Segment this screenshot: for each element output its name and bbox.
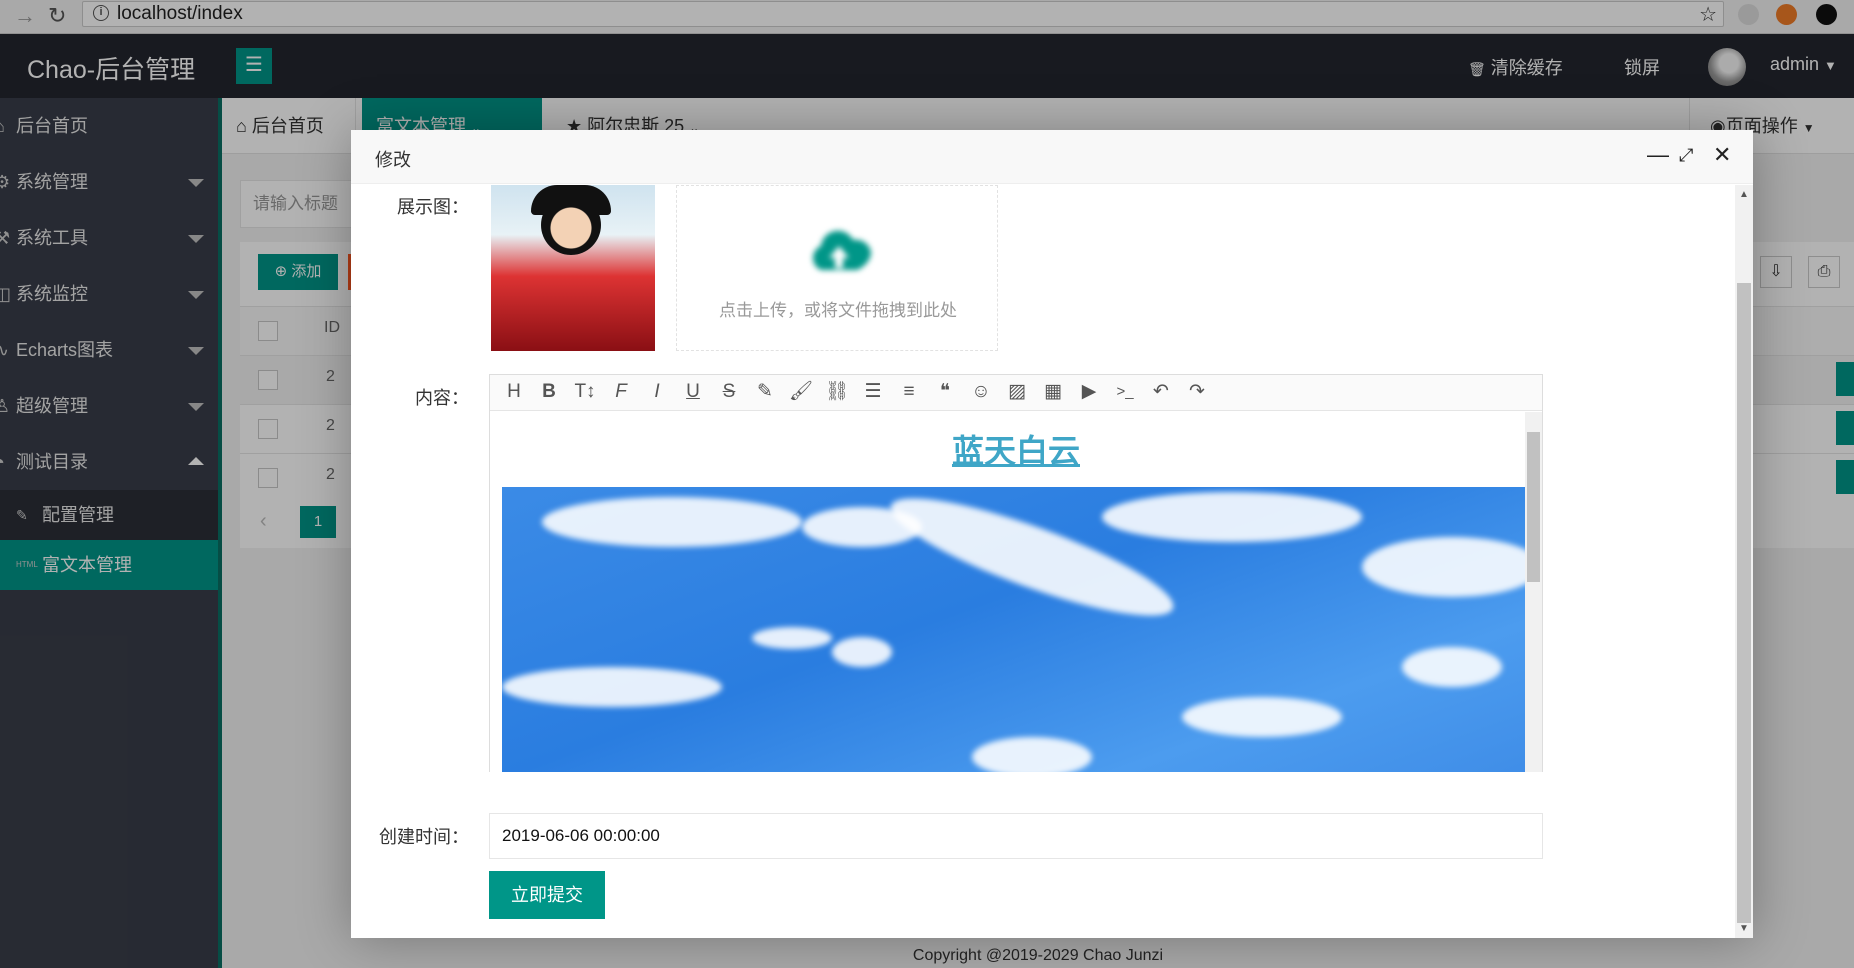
edit-dialog: 修改 — ⤢ ✕ 展示图： 点击上传，或将文件拖拽到此处 内容： H B T↕ …	[351, 130, 1753, 938]
font-family-icon[interactable]: F	[609, 380, 633, 404]
image-icon[interactable]: ▨	[1005, 380, 1029, 404]
upload-hint: 点击上传，或将文件拖拽到此处	[719, 301, 957, 320]
content-label: 内容：	[415, 388, 469, 408]
pencil-icon[interactable]: ✎	[753, 380, 777, 404]
rich-text-editor: H B T↕ F I U S ✎ 🖌 ⛓ ☰ ≡ ❝ ☺ ▨ ▦ ▶ >_ ↶ …	[489, 374, 1543, 772]
close-icon[interactable]: ✕	[1713, 142, 1731, 168]
video-icon[interactable]: ▶	[1077, 380, 1101, 404]
heading-icon[interactable]: H	[502, 380, 526, 404]
table-icon[interactable]: ▦	[1041, 380, 1065, 404]
bold-icon[interactable]: B	[537, 380, 561, 404]
content-heading: 蓝天白云	[951, 433, 1080, 469]
editor-toolbar: H B T↕ F I U S ✎ 🖌 ⛓ ☰ ≡ ❝ ☺ ▨ ▦ ▶ >_ ↶ …	[490, 375, 1542, 411]
preview-image	[491, 185, 655, 351]
dialog-header: 修改 — ⤢ ✕	[351, 130, 1753, 184]
redo-icon[interactable]: ↷	[1185, 380, 1209, 404]
image-label: 展示图：	[397, 197, 469, 217]
content-sky-image	[502, 487, 1542, 772]
link-icon[interactable]: ⛓	[825, 380, 849, 404]
created-time-input[interactable]: 2019-06-06 00:00:00	[489, 813, 1543, 859]
italic-icon[interactable]: I	[645, 380, 669, 404]
editor-content[interactable]: 蓝天白云	[490, 412, 1542, 772]
dialog-title: 修改	[375, 150, 411, 170]
list-icon[interactable]: ☰	[861, 380, 885, 404]
code-icon[interactable]: >_	[1113, 380, 1137, 404]
cloud-upload-icon	[807, 230, 871, 274]
editor-scroll-thumb[interactable]	[1527, 432, 1540, 582]
emoji-icon[interactable]: ☺	[969, 380, 993, 404]
strikethrough-icon[interactable]: S	[717, 380, 741, 404]
dialog-scroll-thumb[interactable]	[1737, 283, 1751, 923]
maximize-icon[interactable]: ⤢	[1679, 145, 1693, 166]
dialog-body: 展示图： 点击上传，或将文件拖拽到此处 内容： H B T↕ F I U S ✎…	[351, 185, 1753, 938]
brush-icon[interactable]: 🖌	[789, 380, 813, 404]
font-size-icon[interactable]: T↕	[573, 380, 597, 404]
dialog-scrollbar[interactable]: ▲ ▼	[1735, 185, 1753, 938]
underline-icon[interactable]: U	[681, 380, 705, 404]
created-label: 创建时间：	[379, 827, 469, 847]
editor-scrollbar[interactable]	[1525, 412, 1542, 772]
undo-icon[interactable]: ↶	[1149, 380, 1173, 404]
scroll-down-icon[interactable]: ▼	[1739, 923, 1749, 934]
upload-dropzone[interactable]: 点击上传，或将文件拖拽到此处	[676, 185, 998, 351]
scroll-up-icon[interactable]: ▲	[1739, 189, 1749, 200]
quote-icon[interactable]: ❝	[933, 380, 957, 404]
align-icon[interactable]: ≡	[897, 380, 921, 404]
submit-button[interactable]: 立即提交	[489, 871, 605, 919]
minimize-icon[interactable]: —	[1647, 142, 1669, 168]
